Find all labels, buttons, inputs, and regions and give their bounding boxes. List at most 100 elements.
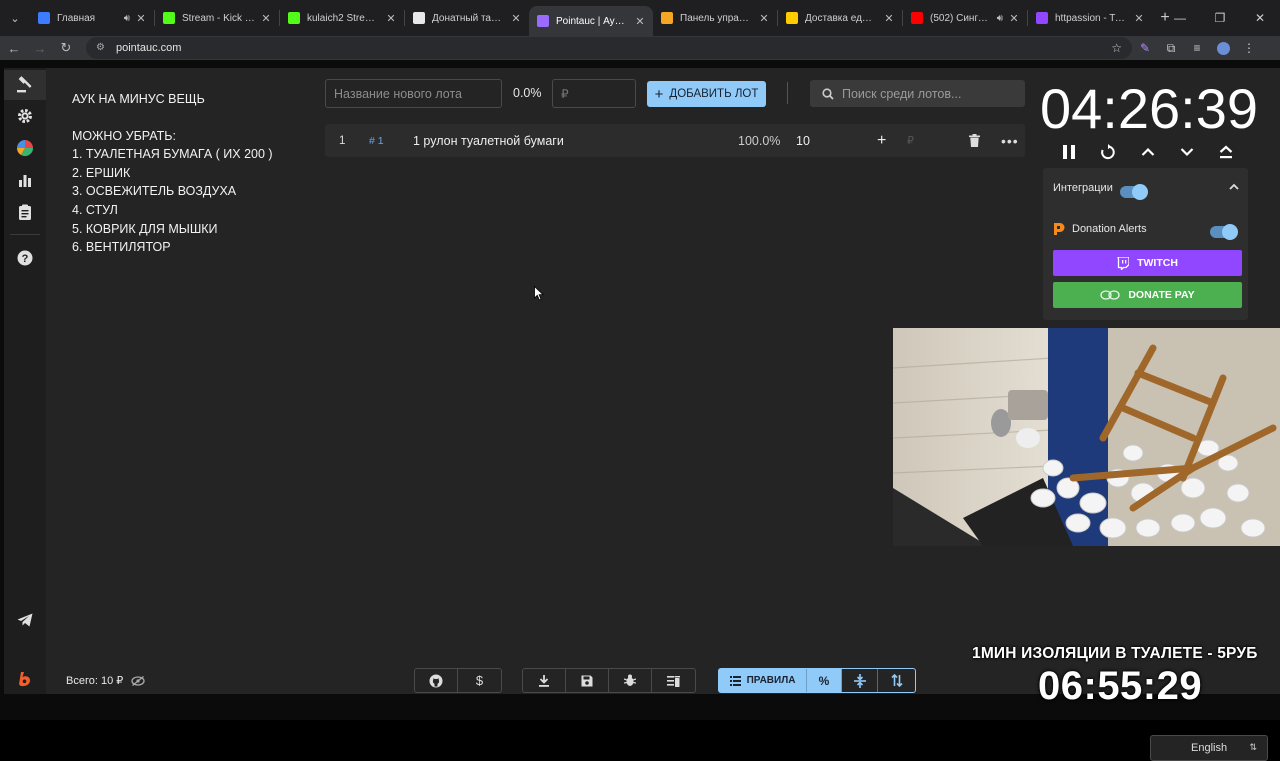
- download-button[interactable]: [523, 669, 566, 692]
- donate-pay-button[interactable]: DONATE PAY: [1053, 282, 1242, 308]
- webcam-overlay: [893, 328, 1280, 546]
- browser-tab[interactable]: (502) Сингапур - вы 🔊︎ ✕: [903, 0, 1027, 36]
- sidebar-item-telegram[interactable]: [4, 605, 46, 635]
- double-chevron-up-icon: [1219, 145, 1233, 159]
- tab-close-icon[interactable]: ✕: [757, 12, 771, 25]
- url-text: pointauc.com: [116, 42, 182, 54]
- lot-name[interactable]: 1 рулон туалетной бумаги: [413, 124, 564, 157]
- pause-button[interactable]: [1057, 140, 1081, 164]
- tab-close-icon[interactable]: ✕: [633, 15, 647, 28]
- close-window-icon[interactable]: ✕: [1240, 0, 1280, 36]
- tab-title: Pointauc | Аукцион д: [556, 15, 629, 27]
- browser-tabstrip: ⌄ Главная🔊︎✕Stream - Kick Dashbo✕kulaich…: [0, 0, 1280, 36]
- bug-icon: [624, 674, 636, 686]
- search-icon: [822, 87, 834, 100]
- twitch-button[interactable]: TWITCH: [1053, 250, 1242, 276]
- bookmark-star-icon[interactable]: ☆: [1111, 41, 1122, 55]
- github-icon: [429, 674, 443, 687]
- github-button[interactable]: [415, 669, 458, 692]
- tab-search-icon[interactable]: ⌄: [0, 0, 30, 36]
- notes-item: 2. ЕРШИК: [72, 165, 131, 180]
- rules-button[interactable]: ПРАВИЛА: [719, 669, 808, 692]
- lot-search[interactable]: [810, 80, 1025, 107]
- compact-view-button[interactable]: [842, 669, 879, 692]
- tab-audio-icon[interactable]: 🔊︎: [124, 13, 130, 24]
- screen: ⌄ Главная🔊︎✕Stream - Kick Dashbo✕kulaich…: [0, 0, 1280, 761]
- extensions-puzzle-icon[interactable]: ⧉: [1158, 36, 1184, 60]
- decrease-time-button[interactable]: [1175, 140, 1199, 164]
- browser-tab[interactable]: Pointauc | Аукцион д ✕: [529, 6, 653, 36]
- tab-close-icon[interactable]: ✕: [384, 12, 398, 25]
- integrations-toggle[interactable]: [1120, 184, 1148, 200]
- address-bar[interactable]: ⚙ pointauc.com ☆: [86, 37, 1132, 59]
- donation-alerts-icon: [1054, 223, 1065, 235]
- donate-dollar-button[interactable]: $: [458, 669, 501, 692]
- sidebar-item-stats[interactable]: [4, 165, 46, 195]
- tab-close-icon[interactable]: ✕: [134, 12, 148, 25]
- donation-alerts-toggle[interactable]: [1210, 224, 1238, 240]
- search-input[interactable]: [842, 86, 1012, 101]
- sidebar-item-history[interactable]: [4, 197, 46, 227]
- restore-icon[interactable]: ❐: [1200, 0, 1240, 36]
- new-lot-name-input[interactable]: [325, 79, 502, 108]
- total-summary: Всего: 10 ₽: [66, 674, 145, 687]
- tab-close-icon[interactable]: ✕: [1007, 12, 1021, 25]
- double-time-button[interactable]: [1214, 140, 1238, 164]
- compress-icon: [853, 673, 866, 688]
- collapse-chevron-icon[interactable]: [1229, 181, 1239, 193]
- increase-time-button[interactable]: [1136, 140, 1160, 164]
- media-control-icon[interactable]: ≡: [1184, 36, 1210, 60]
- hide-eye-icon[interactable]: [131, 675, 145, 686]
- browser-tab[interactable]: kulaich2 Stream - Wa ✕: [280, 0, 404, 36]
- reload-icon[interactable]: ↻: [54, 36, 78, 60]
- tab-close-icon[interactable]: ✕: [509, 12, 523, 25]
- gavel-icon: [17, 76, 32, 93]
- notes-item: 5. КОВРИК ДЛЯ МЫШКИ: [72, 221, 218, 236]
- sidebar-item-wheel[interactable]: [4, 133, 46, 163]
- extension-pen-icon[interactable]: ✎: [1132, 36, 1158, 60]
- add-lot-button[interactable]: + ДОБАВИТЬ ЛОТ: [647, 81, 766, 107]
- sidebar-item-auction[interactable]: [4, 70, 46, 100]
- save-button[interactable]: [566, 669, 609, 692]
- clear-lots-button[interactable]: [652, 669, 695, 692]
- browser-tab[interactable]: Панель управления ✕: [653, 0, 777, 36]
- browser-menu-icon[interactable]: ⋮: [1236, 36, 1262, 60]
- new-lot-amount-input[interactable]: [552, 79, 636, 108]
- notes-item: 4. СТУЛ: [72, 202, 118, 217]
- browser-tab[interactable]: Доставка еды и про ✕: [778, 0, 902, 36]
- more-icon[interactable]: •••: [1001, 124, 1019, 157]
- tab-title: Донатный таймер (п: [432, 12, 505, 24]
- add-amount-icon[interactable]: +: [877, 124, 886, 157]
- bug-report-button[interactable]: [609, 669, 652, 692]
- sidebar-divider: [10, 234, 40, 235]
- tab-close-icon[interactable]: ✕: [259, 12, 273, 25]
- profile-avatar-icon[interactable]: [1210, 36, 1236, 60]
- browser-tab[interactable]: Донатный таймер (п ✕: [405, 0, 529, 36]
- tab-close-icon[interactable]: ✕: [1132, 12, 1146, 25]
- tab-audio-icon[interactable]: 🔊︎: [997, 13, 1003, 24]
- browser-tab[interactable]: Главная 🔊︎ ✕: [30, 0, 154, 36]
- reset-timer-button[interactable]: [1096, 140, 1120, 164]
- select-arrows-icon: ⇅: [1249, 742, 1257, 752]
- sidebar-item-help[interactable]: ?: [4, 243, 46, 273]
- sidebar-item-settings[interactable]: [4, 101, 46, 131]
- clipboard-icon: [19, 204, 31, 220]
- minimize-icon[interactable]: —: [1160, 0, 1200, 36]
- percent-toggle-button[interactable]: %: [807, 669, 842, 692]
- browser-tab[interactable]: httpassion - Twitch ✕: [1028, 0, 1152, 36]
- sidebar-item-boosty[interactable]: [4, 664, 46, 694]
- notes-panel: АУК НА МИНУС ВЕЩЬ МОЖНО УБРАТЬ: 1. ТУАЛЕ…: [72, 90, 273, 257]
- lot-amount[interactable]: 10: [796, 124, 810, 157]
- lot-id-tag[interactable]: # 1: [369, 124, 384, 157]
- forward-icon[interactable]: →: [28, 36, 52, 60]
- tab-close-icon[interactable]: ✕: [882, 12, 896, 25]
- back-icon[interactable]: ←: [2, 36, 26, 60]
- language-select[interactable]: English ⇅: [1150, 735, 1268, 761]
- site-info-icon[interactable]: ⚙: [96, 42, 108, 54]
- add-lot-label: ДОБАВИТЬ ЛОТ: [669, 88, 759, 100]
- clear-list-icon: [667, 675, 680, 687]
- browser-tab[interactable]: Stream - Kick Dashbo ✕: [155, 0, 279, 36]
- svg-text:?: ?: [22, 253, 29, 265]
- delete-lot-button[interactable]: [969, 124, 980, 157]
- sort-button[interactable]: [878, 669, 915, 692]
